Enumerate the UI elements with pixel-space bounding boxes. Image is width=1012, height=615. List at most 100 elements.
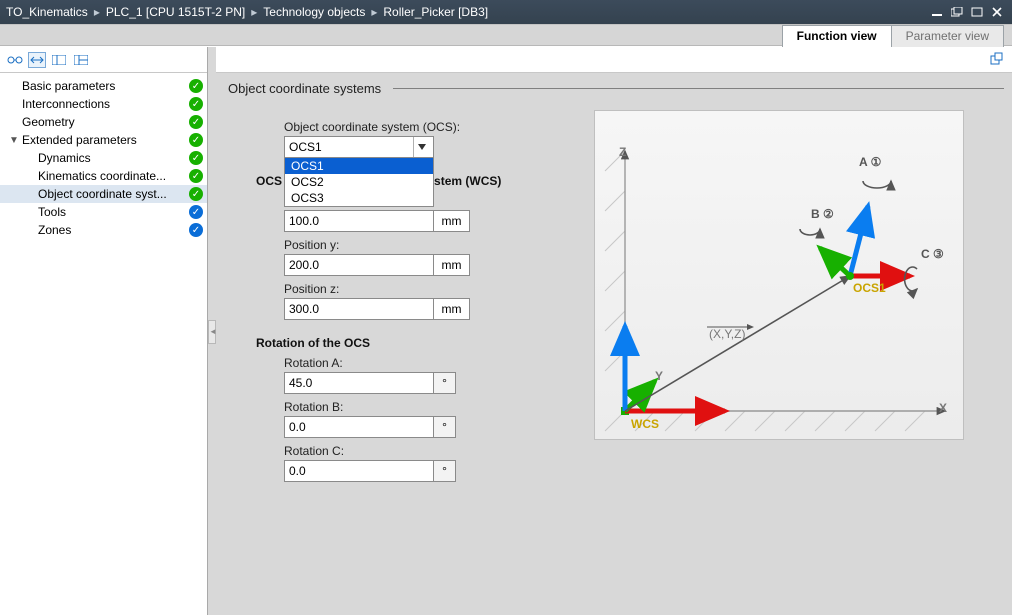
toolbar-layout1-icon[interactable] — [50, 52, 68, 68]
pos-x-input[interactable] — [284, 210, 434, 232]
pos-x-unit: mm — [434, 210, 470, 232]
rot-b-input[interactable] — [284, 416, 434, 438]
tree-item-label: Interconnections — [20, 97, 189, 111]
diagram-y-axis-label: Y — [655, 369, 663, 383]
tree-item-label: Zones — [36, 223, 189, 237]
tree-item-1[interactable]: Interconnections✓ — [0, 95, 207, 113]
window-minimize-icon[interactable] — [928, 5, 946, 19]
title-bar: TO_Kinematics ▸ PLC_1 [CPU 1515T-2 PN] ▸… — [0, 0, 1012, 24]
view-tab-strip: Function view Parameter view — [0, 24, 1012, 46]
breadcrumb-0[interactable]: TO_Kinematics — [6, 5, 88, 19]
tree-item-8[interactable]: Zones✓ — [0, 221, 207, 239]
ocs-select[interactable]: OCS1 OCS1 OCS2 OCS3 — [284, 136, 434, 158]
section-title-text: Object coordinate systems — [228, 81, 381, 96]
diagram-x-axis-label: X — [939, 401, 947, 415]
status-ok-icon: ✓ — [189, 169, 203, 183]
rot-b-unit-button[interactable]: ° — [434, 416, 456, 438]
tree-expander-icon[interactable]: ▼ — [8, 135, 20, 146]
diagram-svg — [595, 111, 965, 441]
tree-item-2[interactable]: Geometry✓ — [0, 113, 207, 131]
diagram-z-axis-label: Z — [619, 145, 626, 159]
content-toolbar — [216, 47, 1012, 73]
tree-item-5[interactable]: Kinematics coordinate...✓ — [0, 167, 207, 185]
section-rule — [393, 88, 1004, 89]
diagram-rot-b-label: B — [811, 207, 820, 221]
navigation-sidebar: Basic parameters✓Interconnections✓Geomet… — [0, 47, 208, 615]
tab-parameter-view[interactable]: Parameter view — [891, 25, 1004, 47]
tree-item-label: Geometry — [20, 115, 189, 129]
client-area: Basic parameters✓Interconnections✓Geomet… — [0, 46, 1012, 615]
window-maximize-icon[interactable] — [968, 5, 986, 19]
status-ok-icon: ✓ — [189, 79, 203, 93]
diagram-vector-label: (X,Y,Z) — [709, 327, 745, 341]
window-close-icon[interactable] — [988, 5, 1006, 19]
diagram-rot-c-label: C — [921, 247, 930, 261]
ocs-option-2[interactable]: OCS2 — [285, 174, 433, 190]
pos-z-input[interactable] — [284, 298, 434, 320]
ocs-select-input: OCS1 — [284, 136, 434, 158]
tab-function-view[interactable]: Function view — [782, 25, 892, 47]
rot-a-unit-button[interactable]: ° — [434, 372, 456, 394]
breadcrumb-separator: ▸ — [371, 5, 377, 19]
status-ok-icon: ✓ — [189, 115, 203, 129]
ocs-select-listbox[interactable]: OCS1 OCS2 OCS3 — [284, 158, 434, 207]
diagram-rot-a-num: ① — [871, 155, 882, 169]
status-ok-icon: ✓ — [189, 133, 203, 147]
tree-item-7[interactable]: Tools✓ — [0, 203, 207, 221]
pos-y-input[interactable] — [284, 254, 434, 276]
diagram-ocs-label: OCS1 — [853, 281, 886, 295]
vertical-splitter[interactable] — [208, 47, 216, 615]
toolbar-layout2-icon[interactable] — [72, 52, 90, 68]
tree-item-label: Dynamics — [36, 151, 189, 165]
dropdown-caret-icon[interactable] — [413, 137, 429, 157]
tree-item-6[interactable]: Object coordinate syst...✓ — [0, 185, 207, 203]
rot-a-label: Rotation A: — [284, 356, 588, 370]
breadcrumb-3[interactable]: Roller_Picker [DB3] — [383, 5, 488, 19]
tree-item-3[interactable]: ▼Extended parameters✓ — [0, 131, 207, 149]
diagram-rot-a-label: A — [859, 155, 867, 169]
window-restore-icon[interactable] — [948, 5, 966, 19]
breadcrumb-separator: ▸ — [251, 5, 257, 19]
rot-c-input[interactable] — [284, 460, 434, 482]
tree-item-label: Tools — [36, 205, 189, 219]
tree-item-label: Kinematics coordinate... — [36, 169, 189, 183]
tree-item-0[interactable]: Basic parameters✓ — [0, 77, 207, 95]
rot-c-label: Rotation C: — [284, 444, 588, 458]
status-ok-icon: ✓ — [189, 187, 203, 201]
sidebar-toolbar — [0, 47, 207, 73]
status-ok-icon: ✓ — [189, 151, 203, 165]
rot-c-unit-button[interactable]: ° — [434, 460, 456, 482]
diagram-rot-b-num: ② — [823, 207, 834, 221]
ocs-select-label: Object coordinate system (OCS): — [284, 120, 588, 134]
parameter-tree[interactable]: Basic parameters✓Interconnections✓Geomet… — [0, 73, 207, 243]
breadcrumb-2[interactable]: Technology objects — [263, 5, 365, 19]
pos-y-unit: mm — [434, 254, 470, 276]
page-body: Object coordinate system (OCS): OCS1 OCS… — [216, 100, 1012, 615]
section-header: Object coordinate systems — [228, 81, 1004, 96]
tree-item-4[interactable]: Dynamics✓ — [0, 149, 207, 167]
breadcrumb-separator: ▸ — [94, 5, 100, 19]
diagram-wcs-label: WCS — [631, 417, 659, 431]
ocs-diagram: Z Y X WCS OCS1 (X,Y,Z) A ① B ② C — [594, 110, 964, 440]
status-info-icon: ✓ — [189, 205, 203, 219]
detach-view-icon[interactable] — [988, 51, 1004, 67]
status-info-icon: ✓ — [189, 223, 203, 237]
rot-b-label: Rotation B: — [284, 400, 588, 414]
pos-y-label: Position y: — [284, 238, 588, 252]
pos-z-unit: mm — [434, 298, 470, 320]
ocs-option-3[interactable]: OCS3 — [285, 190, 433, 206]
tree-item-label: Extended parameters — [20, 133, 189, 147]
ocs-option-1[interactable]: OCS1 — [285, 158, 433, 174]
form-column: Object coordinate system (OCS): OCS1 OCS… — [228, 100, 588, 603]
diagram-rot-c-num: ③ — [933, 247, 944, 261]
tree-item-label: Basic parameters — [20, 79, 189, 93]
breadcrumb-1[interactable]: PLC_1 [CPU 1515T-2 PN] — [106, 5, 245, 19]
toolbar-fitwidth-icon[interactable] — [28, 52, 46, 68]
rot-a-input[interactable] — [284, 372, 434, 394]
toolbar-glasses-icon[interactable] — [6, 52, 24, 68]
pos-z-label: Position z: — [284, 282, 588, 296]
ocs-select-value: OCS1 — [289, 140, 322, 154]
status-ok-icon: ✓ — [189, 97, 203, 111]
content-pane: Object coordinate systems Object coordin… — [216, 47, 1012, 615]
rotation-heading: Rotation of the OCS — [256, 336, 588, 350]
